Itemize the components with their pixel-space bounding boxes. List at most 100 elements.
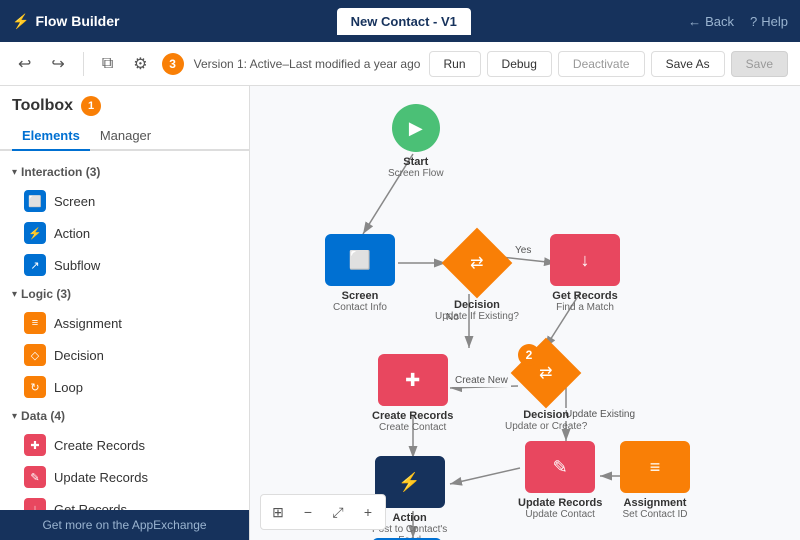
start-label: Start	[403, 156, 428, 168]
zoom-in-button[interactable]: +	[355, 499, 381, 525]
start-circle: ▶	[392, 104, 440, 152]
update-records-sublabel: Update Contact	[525, 509, 595, 520]
grid-button[interactable]: ⊞	[265, 499, 291, 525]
decision2-label: Decision	[523, 409, 569, 421]
nav-right: ← Back ? Help	[688, 14, 788, 29]
update-records-icon: ✎	[24, 466, 46, 488]
deactivate-button[interactable]: Deactivate	[558, 51, 645, 77]
start-sublabel: Screen Flow	[388, 168, 444, 179]
sidebar-item-create-records[interactable]: ✚ Create Records	[0, 429, 249, 461]
app-brand: ⚡ Flow Builder	[12, 13, 119, 30]
screen1-sublabel: Contact Info	[333, 302, 387, 313]
screen1-rect: ⬜	[325, 234, 395, 286]
canvas-badge-2: 2	[518, 344, 540, 366]
start-node[interactable]: ▶ Start Screen Flow	[388, 104, 444, 179]
section-interaction[interactable]: ▾ Interaction (3)	[0, 159, 249, 185]
get-records-node[interactable]: ↓ Get Records Find a Match	[550, 234, 620, 313]
sidebar-tabs: Elements Manager	[0, 122, 249, 151]
subflow-icon: ↗	[24, 254, 46, 276]
update-records-rect: ✎	[525, 441, 595, 493]
screen-icon: ⬜	[24, 190, 46, 212]
sidebar-header: Toolbox 1	[0, 86, 249, 122]
version-text: Version 1: Active–Last modified a year a…	[194, 57, 421, 71]
zoom-fit-button[interactable]: ⤢	[325, 499, 351, 525]
action-icon: ⚡	[24, 222, 46, 244]
subflow-label: Subflow	[54, 258, 100, 273]
create-records-label: Create Records	[372, 410, 453, 422]
canvas-toolbar: ⊞ − ⤢ +	[260, 494, 386, 530]
sidebar-item-action[interactable]: ⚡ Action	[0, 217, 249, 249]
get-records-rect: ↓	[550, 234, 620, 286]
decision1-diamond: ⇄	[442, 228, 513, 299]
toolbar-center: 3 Version 1: Active–Last modified a year…	[162, 53, 421, 75]
top-navigation: ⚡ Flow Builder New Contact - V1 ← Back ?…	[0, 0, 800, 42]
sidebar-item-screen[interactable]: ⬜ Screen	[0, 185, 249, 217]
help-button[interactable]: ? Help	[750, 14, 788, 29]
assignment-sublabel: Set Contact ID	[622, 509, 687, 520]
assignment-rect: ≡	[620, 441, 690, 493]
update-records-label: Update Records	[518, 497, 602, 509]
sidebar-item-update-records[interactable]: ✎ Update Records	[0, 461, 249, 493]
save-button[interactable]: Save	[731, 51, 788, 77]
screen1-node[interactable]: ⬜ Screen Contact Info	[325, 234, 395, 313]
chevron-down-icon-logic: ▾	[12, 289, 17, 300]
tab-manager[interactable]: Manager	[90, 122, 161, 151]
update-records-label: Update Records	[54, 470, 148, 485]
back-button[interactable]: ← Back	[688, 14, 734, 29]
sidebar-title: Toolbox	[12, 97, 73, 115]
toolbar: ↩ ↪ ⧉ ⚙ 3 Version 1: Active–Last modifie…	[0, 42, 800, 86]
update-records-node[interactable]: ✎ Update Records Update Contact	[518, 441, 602, 520]
current-tab[interactable]: New Contact - V1	[337, 8, 471, 35]
assignment-node[interactable]: ≡ Assignment Set Contact ID	[620, 441, 690, 520]
get-records-sublabel: Find a Match	[556, 302, 614, 313]
create-records-icon: ✚	[24, 434, 46, 456]
settings-button[interactable]: ⚙	[127, 50, 153, 78]
sidebar-item-subflow[interactable]: ↗ Subflow	[0, 249, 249, 281]
toolbar-actions: Run Debug Deactivate Save As Save	[429, 51, 788, 77]
interaction-label: Interaction (3)	[21, 165, 100, 179]
undo-button[interactable]: ↩	[12, 50, 37, 78]
section-logic[interactable]: ▾ Logic (3)	[0, 281, 249, 307]
decision-label: Decision	[54, 348, 104, 363]
sidebar: Toolbox 1 Elements Manager ▾ Interaction…	[0, 86, 250, 540]
copy-button[interactable]: ⧉	[96, 51, 119, 77]
appexchange-link[interactable]: Get more on the AppExchange	[0, 510, 249, 540]
sidebar-badge: 1	[81, 96, 101, 116]
sidebar-item-decision[interactable]: ◇ Decision	[0, 339, 249, 371]
run-button[interactable]: Run	[429, 51, 481, 77]
create-records-rect: ✚	[378, 354, 448, 406]
tab-elements[interactable]: Elements	[12, 122, 90, 151]
divider	[83, 52, 84, 76]
create-records-sublabel: Create Contact	[379, 422, 446, 433]
decision1-label: Decision	[454, 299, 500, 311]
sidebar-item-assignment[interactable]: ≡ Assignment	[0, 307, 249, 339]
zoom-out-button[interactable]: −	[295, 499, 321, 525]
decision1-sublabel: Update If Existing?	[435, 311, 519, 322]
edge-label-create-new: Create New	[452, 374, 511, 387]
brand-label: Flow Builder	[35, 13, 119, 29]
help-icon: ?	[750, 14, 757, 29]
loop-label: Loop	[54, 380, 83, 395]
redo-button[interactable]: ↪	[45, 50, 70, 78]
sidebar-item-loop[interactable]: ↻ Loop	[0, 371, 249, 403]
screen1-label: Screen	[342, 290, 379, 302]
assignment-label: Assignment	[624, 497, 687, 509]
screen-label: Screen	[54, 194, 95, 209]
canvas[interactable]: 2	[250, 86, 800, 540]
debug-button[interactable]: Debug	[487, 51, 552, 77]
decision1-node[interactable]: ⇄ Decision Update If Existing?	[435, 231, 519, 322]
get-records-label: Get Records	[54, 502, 127, 511]
chevron-down-icon-data: ▾	[12, 411, 17, 422]
create-records-node[interactable]: ✚ Create Records Create Contact	[372, 354, 453, 433]
assignment-label: Assignment	[54, 316, 122, 331]
sidebar-item-get-records[interactable]: ↓ Get Records	[0, 493, 249, 510]
assignment-icon: ≡	[24, 312, 46, 334]
save-as-button[interactable]: Save As	[651, 51, 725, 77]
data-label: Data (4)	[21, 409, 65, 423]
sidebar-content: ▾ Interaction (3) ⬜ Screen ⚡ Action ↗ Su…	[0, 151, 249, 510]
section-data[interactable]: ▾ Data (4)	[0, 403, 249, 429]
decision-icon: ◇	[24, 344, 46, 366]
decision2-sublabel: Update or Create?	[505, 421, 587, 432]
action-label: Action	[54, 226, 90, 241]
nav-left: ⚡ Flow Builder	[12, 13, 119, 30]
